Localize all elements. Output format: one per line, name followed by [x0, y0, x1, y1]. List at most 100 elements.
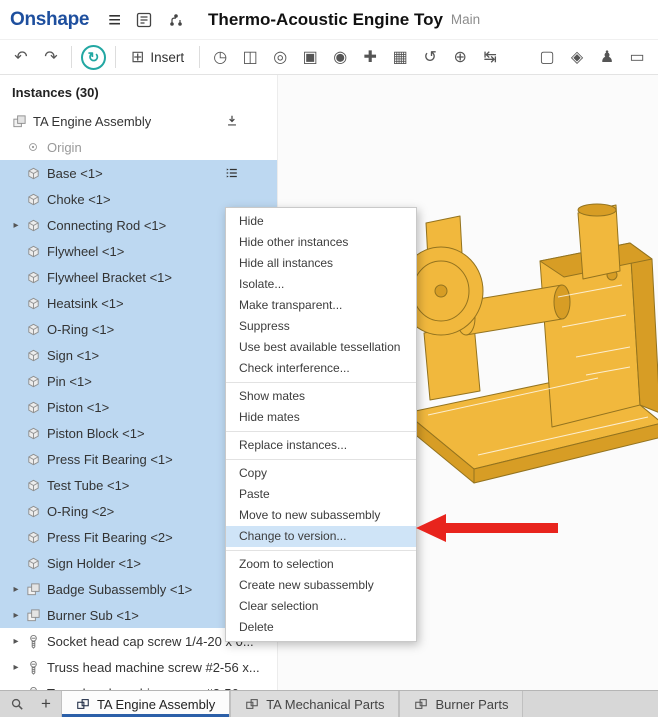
part-icon	[24, 270, 42, 285]
expand-chevron-icon[interactable]: ▸	[8, 662, 24, 673]
rotate-tool-icon[interactable]: ↺	[415, 44, 445, 70]
model-test-tube-cap[interactable]	[554, 285, 570, 319]
display-icon[interactable]: ▭	[622, 44, 652, 70]
tab-burner-parts[interactable]: Burner Parts	[399, 691, 523, 717]
screw-icon	[24, 634, 42, 649]
translate-icon[interactable]: ⊕	[445, 44, 475, 70]
mate-icon[interactable]: ◫	[235, 44, 265, 70]
history-button-group: ↶↷	[6, 44, 66, 70]
menu-item-isolate[interactable]: Isolate...	[226, 274, 416, 295]
instance-label: Sign <1>	[47, 348, 99, 363]
versions-icon[interactable]	[160, 11, 192, 29]
instance-label: Badge Subassembly <1>	[47, 582, 192, 597]
part-icon	[24, 348, 42, 363]
hamburger-icon[interactable]: ≡	[101, 7, 128, 33]
instance-label: Truss head machine screw #2-56 x...	[47, 660, 260, 675]
instance-label: Sign Holder <1>	[47, 556, 141, 571]
named-views-icon[interactable]: ◷	[205, 44, 235, 70]
menu-item-use-best-available-tessellation[interactable]: Use best available tessellation	[226, 337, 416, 358]
menu-item-paste[interactable]: Paste	[226, 484, 416, 505]
instance-label: Flywheel <1>	[47, 244, 124, 259]
model-chimney-top[interactable]	[578, 204, 616, 216]
menu-item-create-new-subassembly[interactable]: Create new subassembly	[226, 575, 416, 596]
menu-item-replace-instances[interactable]: Replace instances...	[226, 435, 416, 456]
menu-item-hide-mates[interactable]: Hide mates	[226, 407, 416, 428]
assembly-icon	[24, 608, 42, 623]
screw-icon	[24, 660, 42, 675]
menu-item-change-to-version[interactable]: Change to version...	[226, 526, 416, 547]
instance-label: Base <1>	[47, 166, 103, 181]
fix-icon[interactable]	[225, 114, 239, 128]
part-icon	[24, 478, 42, 493]
menu-item-hide-all-instances[interactable]: Hide all instances	[226, 253, 416, 274]
tab-ta-engine-assembly[interactable]: TA Engine Assembly	[61, 691, 230, 717]
box-select-icon[interactable]: ▢	[532, 44, 562, 70]
menu-item-hide[interactable]: Hide	[226, 211, 416, 232]
instance-row-truss-head-machine-screw-2-56-x[interactable]: ▸ Truss head machine screw #2-56 x...	[0, 654, 277, 680]
menu-item-check-interference[interactable]: Check interference...	[226, 358, 416, 379]
origin-icon	[24, 140, 42, 154]
instance-row-root-assembly[interactable]: TA Engine Assembly	[0, 108, 277, 134]
menu-item-clear-selection[interactable]: Clear selection	[226, 596, 416, 617]
model-flywheel-hub[interactable]	[435, 285, 447, 297]
assembly-toolbar: ↶↷ ↻ ⊞ Insert ◷◫◎▣◉✚▦↺⊕↹ ▢◈♟▭	[0, 40, 658, 75]
assembly-icon	[24, 582, 42, 597]
menu-item-make-transparent[interactable]: Make transparent...	[226, 295, 416, 316]
search-tabs-icon[interactable]	[10, 697, 25, 712]
menu-separator	[226, 431, 416, 432]
instance-label: Piston Block <1>	[47, 426, 145, 441]
add-tab-icon[interactable]: +	[41, 694, 51, 714]
workspace-label[interactable]: Main	[451, 12, 480, 27]
instances-panel-title: Instances (30)	[0, 75, 277, 108]
part-icon	[24, 322, 42, 337]
instance-label: Socket head cap screw 1/4-20 x 0...	[47, 634, 254, 649]
menu-item-zoom-to-selection[interactable]: Zoom to selection	[226, 554, 416, 575]
tab-ta-mechanical-parts[interactable]: TA Mechanical Parts	[230, 691, 399, 717]
share-icon[interactable]: ♟	[592, 44, 622, 70]
instance-row-truss-head-machine-screw-2-56[interactable]: ▸Truss head machine screw #2-56...	[0, 680, 277, 690]
instance-label: O-Ring <1>	[47, 322, 114, 337]
snap-icon[interactable]: ↹	[475, 44, 505, 70]
redo-icon[interactable]: ↷	[36, 44, 66, 70]
instance-label: O-Ring <2>	[47, 504, 114, 519]
part-icon	[24, 426, 42, 441]
expand-chevron-icon[interactable]: ▸	[8, 584, 24, 595]
model-flywheel-bracket[interactable]	[424, 324, 480, 400]
part-icon	[24, 296, 42, 311]
menu-item-suppress[interactable]: Suppress	[226, 316, 416, 337]
menu-item-hide-other-instances[interactable]: Hide other instances	[226, 232, 416, 253]
tab-label: Burner Parts	[435, 697, 508, 712]
insert-button[interactable]: ⊞ Insert	[121, 43, 194, 71]
mate-connector-icon[interactable]: ◉	[325, 44, 355, 70]
screw-icon	[24, 686, 42, 691]
document-structure-icon[interactable]	[128, 11, 160, 29]
fastened-icon[interactable]: ▣	[295, 44, 325, 70]
revolute-icon[interactable]: ◎	[265, 44, 295, 70]
context-menu: HideHide other instancesHide all instanc…	[225, 207, 417, 642]
instance-label: Heatsink <1>	[47, 296, 124, 311]
isometric-view-icon[interactable]: ◈	[562, 44, 592, 70]
part-icon	[24, 556, 42, 571]
insert-icon: ⊞	[131, 47, 144, 67]
explode-icon[interactable]: ✚	[355, 44, 385, 70]
instance-row-base-1[interactable]: Base <1>	[0, 160, 277, 186]
view-rotate-button[interactable]: ↻	[81, 45, 106, 70]
part-icon	[24, 452, 42, 467]
expand-chevron-icon[interactable]: ▸	[8, 688, 24, 691]
expand-chevron-icon[interactable]: ▸	[8, 636, 24, 647]
menu-item-show-mates[interactable]: Show mates	[226, 386, 416, 407]
tab-strip: TA Engine AssemblyTA Mechanical Parts Bur…	[61, 691, 524, 717]
expand-chevron-icon[interactable]: ▸	[8, 610, 24, 621]
toolbar-divider	[199, 46, 200, 68]
instance-label: Press Fit Bearing <1>	[47, 452, 173, 467]
instance-row-origin[interactable]: Origin	[0, 134, 277, 160]
menu-item-move-to-new-subassembly[interactable]: Move to new subassembly	[226, 505, 416, 526]
menu-item-delete[interactable]: Delete	[226, 617, 416, 638]
part-icon	[24, 530, 42, 545]
undo-icon[interactable]: ↶	[6, 44, 36, 70]
expand-chevron-icon[interactable]: ▸	[8, 220, 24, 231]
menu-item-copy[interactable]: Copy	[226, 463, 416, 484]
mate-list-icon	[225, 166, 239, 180]
group-icon[interactable]: ▦	[385, 44, 415, 70]
onshape-logo[interactable]: Onshape	[10, 9, 89, 31]
